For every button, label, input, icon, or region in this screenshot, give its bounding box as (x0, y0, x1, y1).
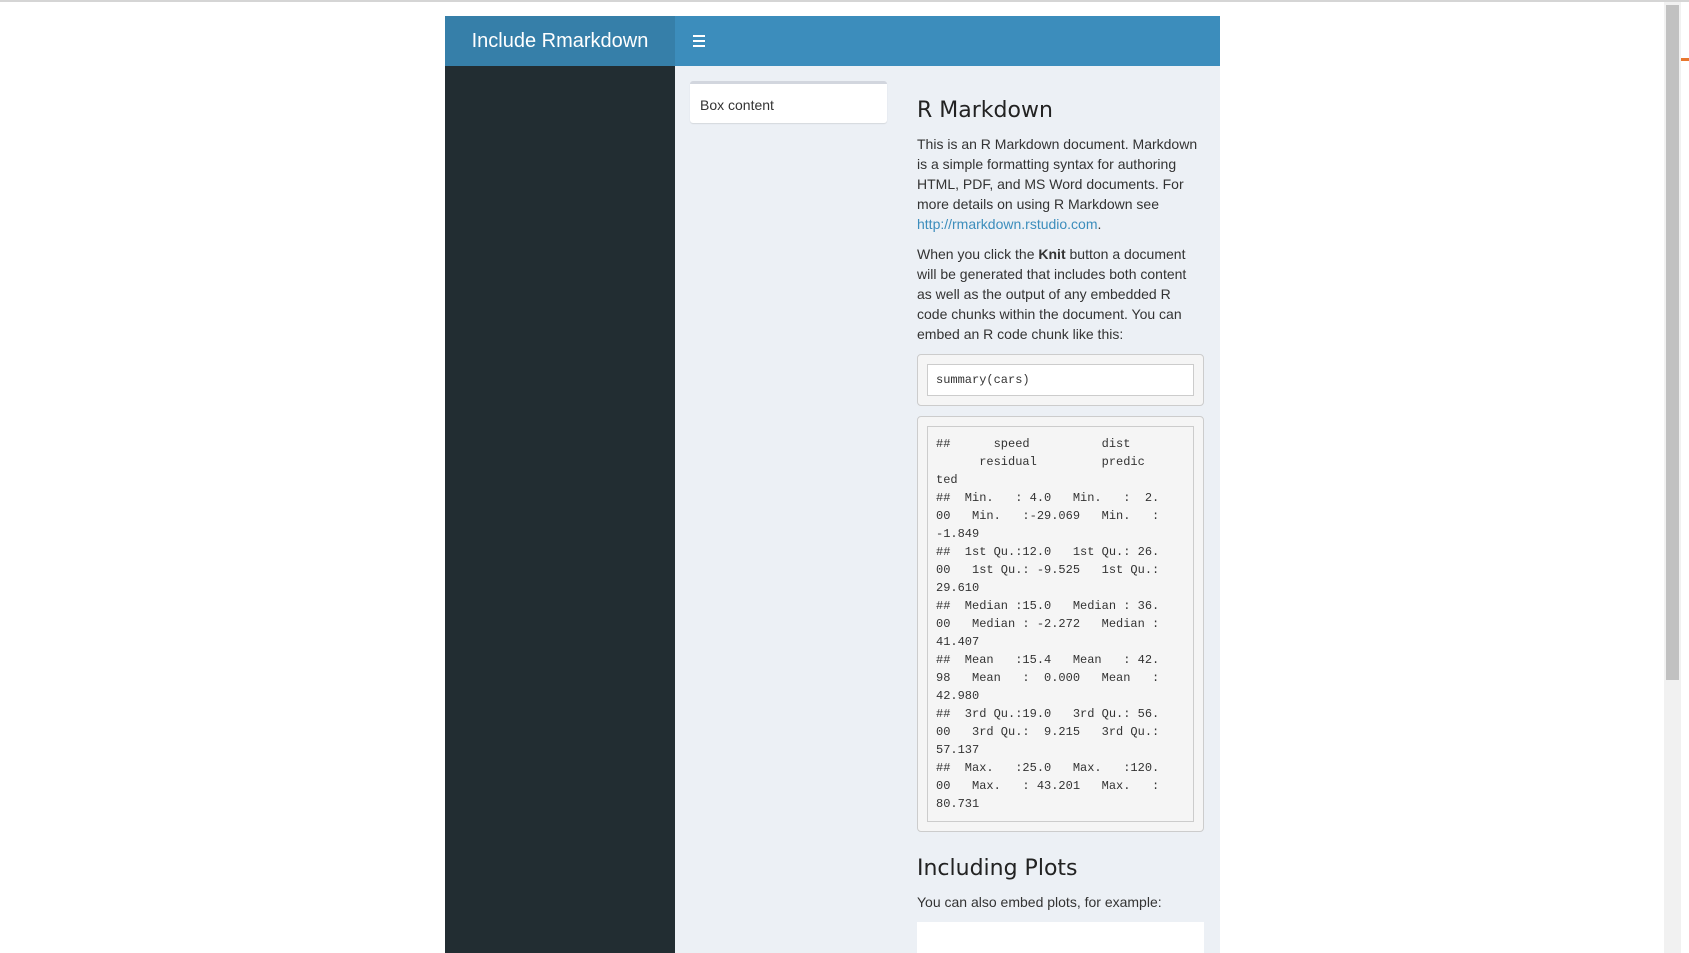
heading-r-markdown: R Markdown (917, 98, 1053, 123)
header-navbar (675, 16, 1220, 66)
output-line: -1.849 (936, 527, 980, 541)
content-box: Box content (690, 81, 887, 123)
heading-including-plots: Including Plots (917, 856, 1078, 881)
output-line: 98 Mean : 0.000 Mean : (936, 671, 1160, 685)
scrollbar-thumb[interactable] (1666, 5, 1679, 680)
output-line: ## Median :15.0 Median : 36. (936, 599, 1160, 613)
output-line: 00 Max. : 43.201 Max. : (936, 779, 1160, 793)
rmarkdown-link[interactable]: http://rmarkdown.rstudio.com (917, 216, 1098, 232)
output-line: 00 Median : -2.272 Median : (936, 617, 1160, 631)
output-line: ## 1st Qu.:12.0 1st Qu.: 26. (936, 545, 1160, 559)
code-chunk-output: ## speed dist residual predic ted ## Min. … (917, 416, 1204, 832)
output-line: 00 Min. :-29.069 Min. : (936, 509, 1160, 523)
output-line: 57.137 (936, 743, 980, 757)
output-line: ted (936, 473, 958, 487)
hamburger-menu-icon[interactable] (687, 29, 711, 53)
plot-image (917, 922, 1204, 953)
output-line: 42.980 (936, 689, 980, 703)
code-output: ## speed dist residual predic ted ## Min. … (927, 426, 1194, 822)
sidebar (445, 66, 675, 953)
box-content-text: Box content (700, 97, 774, 113)
app-title[interactable]: Include Rmarkdown (445, 16, 675, 66)
code-source: summary(cars) (927, 364, 1194, 396)
plots-paragraph: You can also embed plots, for example: (917, 894, 1162, 910)
output-line: 00 1st Qu.: -9.525 1st Qu.: (936, 563, 1160, 577)
output-line: 29.610 (936, 581, 980, 595)
intro-end: . (1097, 216, 1102, 232)
output-line: ## 3rd Qu.:19.0 3rd Qu.: 56. (936, 707, 1160, 721)
edge-indicator (1681, 58, 1689, 61)
output-line: ## speed dist (936, 437, 1153, 451)
knit-paragraph: When you click the Knit button a documen… (917, 244, 1204, 344)
intro-text: This is an R Markdown document. Markdown… (917, 136, 1198, 212)
browser-scrollbar[interactable] (1664, 2, 1681, 953)
output-line: 41.407 (936, 635, 980, 649)
output-line: ## Min. : 4.0 Min. : 2. (936, 491, 1160, 505)
intro-paragraph: This is an R Markdown document. Markdown… (917, 134, 1204, 234)
output-line: residual predic (936, 455, 1145, 469)
knit-bold: Knit (1038, 246, 1066, 262)
knit-text-pre: When you click the (917, 246, 1039, 262)
rmarkdown-document: R Markdown This is an R Markdown documen… (917, 96, 1204, 953)
output-line: ## Mean :15.4 Mean : 42. (936, 653, 1160, 667)
output-line: 80.731 (936, 797, 980, 811)
dashboard-app: Include Rmarkdown Box content R Markdown… (445, 16, 1220, 953)
output-line: ## Max. :25.0 Max. :120. (936, 761, 1160, 775)
browser-top-border (0, 0, 1689, 2)
output-line: 00 3rd Qu.: 9.215 3rd Qu.: (936, 725, 1160, 739)
code-chunk-source: summary(cars) (917, 354, 1204, 406)
